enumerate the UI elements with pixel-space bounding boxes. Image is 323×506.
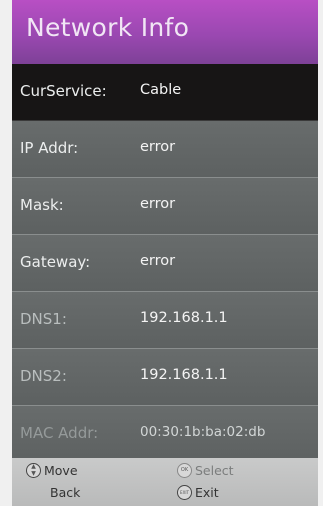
row-gateway[interactable]: Gateway: error [12,235,318,292]
hint-select-label: Select [195,463,234,478]
panel-header: Network Info [12,0,318,64]
hint-move: ▲ ▼ Move [26,463,78,478]
row-dns1[interactable]: DNS1: 192.168.1.1 [12,292,318,349]
ok-button-icon: OK [177,463,192,478]
row-value: error [140,139,176,155]
hint-move-label: Move [44,463,78,478]
row-value: 192.168.1.1 [140,367,228,383]
row-mac-addr[interactable]: MAC Addr: 00:30:1b:ba:02:db [12,406,318,463]
row-value: error [140,253,176,269]
row-mask[interactable]: Mask: error [12,178,318,235]
network-info-list: CurService: Cable IP Addr: error Mask: e… [12,64,318,463]
row-label: CurService: [20,82,107,100]
row-ip-addr[interactable]: IP Addr: error [12,121,318,178]
row-label: DNS1: [20,310,67,328]
row-cur-service[interactable]: CurService: Cable [12,64,318,121]
row-dns2[interactable]: DNS2: 192.168.1.1 [12,349,318,406]
row-label: Gateway: [20,253,91,271]
row-label: MAC Addr: [20,424,99,442]
hint-select: OK Select [177,463,234,478]
hint-back: Back [50,485,80,500]
hint-back-label: Back [50,485,81,500]
row-value: Cable [140,82,182,98]
row-label: IP Addr: [20,139,79,157]
tv-screen: Network Info CurService: Cable IP Addr: … [0,0,323,506]
row-value: 00:30:1b:ba:02:db [140,424,266,440]
row-label: DNS2: [20,367,67,385]
row-value: 192.168.1.1 [140,310,228,326]
row-value: error [140,196,176,212]
panel-title: Network Info [26,13,190,42]
row-label: Mask: [20,196,64,214]
arrow-down-glyph: ▼ [31,469,36,477]
hint-exit: EXIT Exit [177,485,219,500]
network-info-panel: Network Info CurService: Cable IP Addr: … [12,0,318,506]
hint-exit-label: Exit [195,485,219,500]
exit-button-icon: EXIT [177,485,192,500]
key-hint-bar: ▲ ▼ Move OK Select Back EXIT Exit [12,458,318,506]
up-down-navigation-icon: ▲ ▼ [26,463,41,478]
